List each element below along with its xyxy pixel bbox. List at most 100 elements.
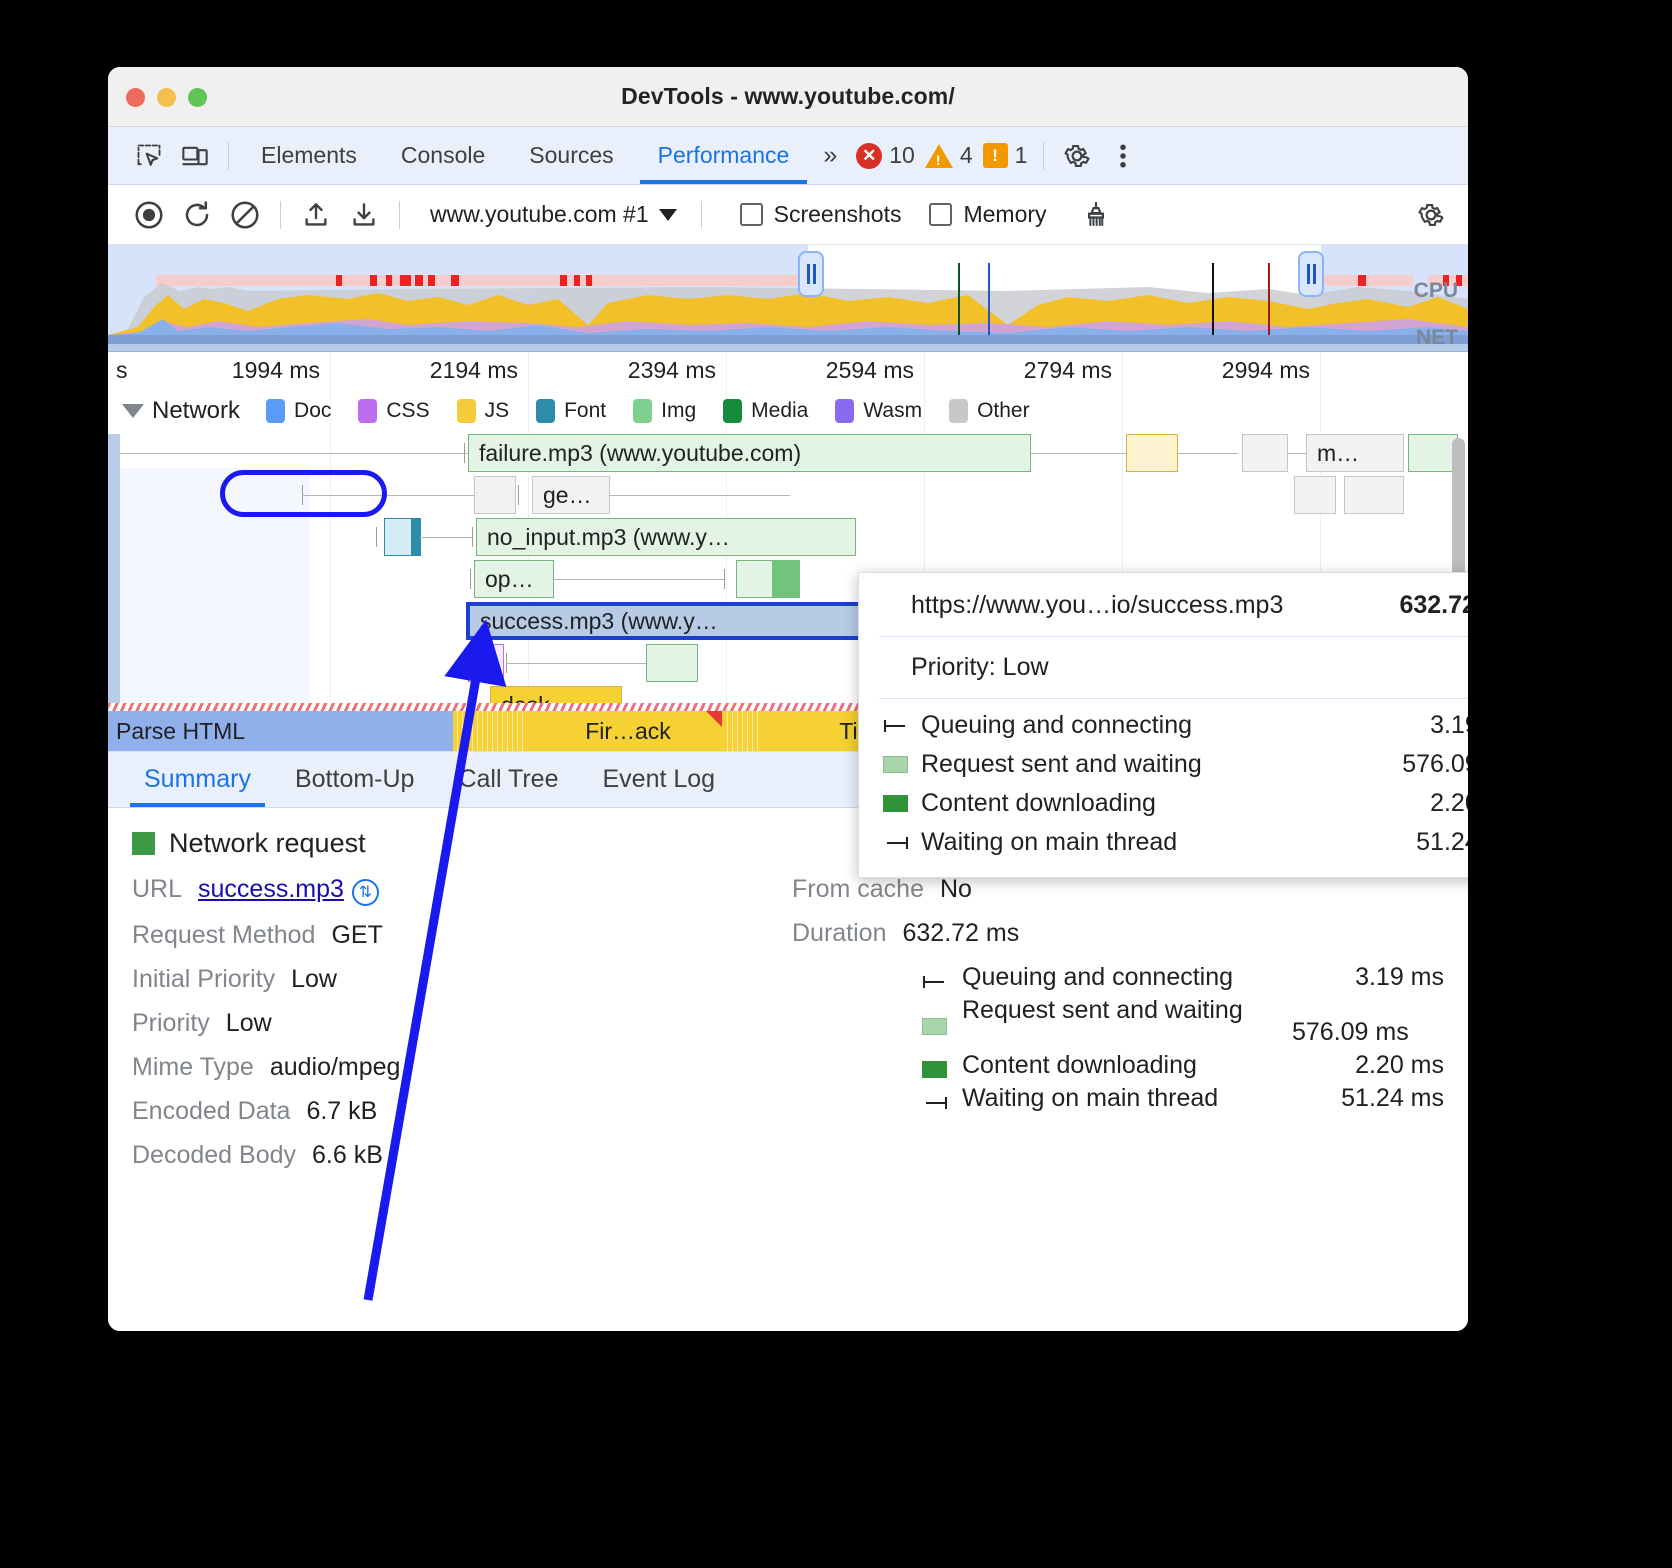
other-swatch — [949, 399, 968, 423]
collect-garbage-icon[interactable] — [1073, 195, 1119, 235]
summary-breakdown-request-sent-label: Request sent and waiting — [962, 996, 1292, 1025]
summary-breakdown-request-sent-value: 576.09 ms — [1292, 996, 1409, 1047]
network-bar-no-input[interactable]: no_input.mp3 (www.y… — [476, 518, 856, 556]
error-icon: ✕ — [856, 143, 882, 169]
tooltip-row-content-downloading-label: Content downloading — [921, 789, 1430, 818]
screenshots-checkbox[interactable]: Screenshots — [740, 201, 902, 228]
inspect-icon[interactable] — [126, 136, 172, 176]
tooltip-row-request-sent: Request sent and waiting 576.09 ms — [883, 750, 1468, 779]
doc-swatch — [266, 399, 285, 423]
tab-performance[interactable]: Performance — [636, 127, 812, 184]
close-window-button[interactable] — [126, 88, 145, 107]
gear-icon[interactable] — [1054, 136, 1100, 176]
tooltip-row-queuing-value: 3.19 ms — [1430, 711, 1468, 740]
network-group-toggle[interactable]: Network — [122, 397, 240, 425]
field-mime-type-key: Mime Type — [132, 1053, 254, 1082]
tab-event-log[interactable]: Event Log — [581, 765, 738, 807]
field-priority-key: Priority — [132, 1009, 210, 1038]
legend-label-js: JS — [485, 399, 510, 423]
dark-green-swatch — [883, 795, 921, 812]
tab-summary[interactable]: Summary — [122, 765, 273, 807]
field-initial-priority-key: Initial Priority — [132, 965, 275, 994]
reveal-in-network-icon[interactable]: ⇅ — [352, 879, 379, 906]
upload-profile-icon[interactable] — [293, 195, 339, 235]
network-bar-ge[interactable]: ge… — [532, 476, 610, 514]
record-icon[interactable] — [126, 195, 172, 235]
timeline-overview[interactable]: 494 ms 994 ms 1494 ms 1994 ms 2494 ms 29… — [108, 245, 1468, 352]
traffic-lights[interactable] — [126, 88, 207, 107]
clear-icon[interactable] — [222, 195, 268, 235]
overview-right-handle[interactable] — [1298, 251, 1324, 297]
devtools-window: DevTools - www.youtube.com/ Elements Con… — [108, 67, 1468, 1331]
field-duration: Duration 632.72 ms — [792, 919, 1444, 948]
field-from-cache-key: From cache — [792, 875, 924, 904]
tab-console[interactable]: Console — [379, 127, 507, 184]
overview-net-band-2 — [108, 344, 1468, 351]
css-swatch — [358, 399, 377, 423]
warning-counter[interactable]: ! 4 — [925, 142, 973, 169]
devtools-tabstrip: Elements Console Sources Performance » ✕… — [108, 127, 1468, 185]
warning-count: 4 — [960, 142, 973, 169]
legend-label-doc: Doc — [294, 399, 331, 423]
legend-item-css: CSS — [358, 399, 429, 423]
summary-breakdown-waiting-main: Waiting on main thread 51.24 ms — [922, 1084, 1444, 1113]
network-row-ge[interactable]: ge… — [108, 476, 1468, 518]
capture-settings-icon[interactable] — [1408, 195, 1454, 235]
field-decoded-body-value: 6.6 kB — [312, 1141, 383, 1170]
summary-heading: Network request — [169, 828, 366, 859]
js-swatch — [457, 399, 476, 423]
dark-green-swatch — [922, 1051, 962, 1078]
tab-elements[interactable]: Elements — [239, 127, 379, 184]
memory-label: Memory — [963, 201, 1046, 228]
memory-checkbox[interactable]: Memory — [929, 201, 1046, 228]
reload-record-icon[interactable] — [174, 195, 220, 235]
tooltip-row-content-downloading-value: 2.20 ms — [1430, 789, 1468, 818]
issue-counter[interactable]: ! 1 — [983, 142, 1028, 169]
network-row-no-input[interactable]: no_input.mp3 (www.y… — [108, 518, 1468, 560]
profile-selector-value: www.youtube.com #1 — [430, 201, 649, 228]
field-priority: Priority Low — [132, 1009, 792, 1038]
tooltip-row-request-sent-value: 576.09 ms — [1402, 750, 1468, 779]
legend-item-font: Font — [536, 399, 606, 423]
window-title: DevTools - www.youtube.com/ — [621, 83, 955, 110]
overview-left-handle[interactable] — [798, 251, 824, 297]
perfbar-divider-2 — [399, 201, 400, 229]
error-counter[interactable]: ✕ 10 — [856, 142, 915, 169]
chevron-down-icon — [659, 209, 677, 221]
screenshots-label: Screenshots — [774, 201, 902, 228]
field-url-key: URL — [132, 875, 182, 904]
parse-html-block[interactable]: Parse HTML — [108, 711, 453, 751]
summary-breakdown-content-downloading: Content downloading 2.20 ms — [922, 1051, 1444, 1080]
perfbar-divider-1 — [280, 201, 281, 229]
field-url-value[interactable]: success.mp3 — [198, 875, 344, 904]
waterfall-scrollbar[interactable] — [1452, 438, 1465, 588]
maximize-window-button[interactable] — [188, 88, 207, 107]
more-tabs-icon[interactable]: » — [811, 141, 846, 170]
profile-selector[interactable]: www.youtube.com #1 — [430, 201, 677, 228]
tab-call-tree[interactable]: Call Tree — [436, 765, 580, 807]
network-bar-failure[interactable]: failure.mp3 (www.youtube.com) — [468, 434, 1031, 472]
network-bar-success[interactable]: success.mp3 (www.y… — [466, 602, 866, 640]
field-request-method-key: Request Method — [132, 921, 315, 950]
field-initial-priority: Initial Priority Low — [132, 965, 792, 994]
minimize-window-button[interactable] — [157, 88, 176, 107]
download-profile-icon[interactable] — [341, 195, 387, 235]
kebab-menu-icon[interactable] — [1100, 136, 1146, 176]
summary-breakdown-queuing-value: 3.19 ms — [1355, 963, 1444, 992]
network-bar-desk[interactable]: desk — [490, 686, 622, 703]
network-row-failure[interactable]: failure.mp3 (www.youtube.com) m… — [108, 434, 1468, 476]
field-url: URL success.mp3 ⇅ — [132, 875, 792, 906]
summary-columns: URL success.mp3 ⇅ Request Method GET Ini… — [132, 875, 1444, 1185]
memory-checkbox-box — [929, 203, 952, 226]
warning-icon: ! — [925, 144, 953, 168]
tab-bottom-up[interactable]: Bottom-Up — [273, 765, 436, 807]
legend-item-other: Other — [949, 399, 1030, 423]
main-track-label-first-ack[interactable]: Fir…ack — [528, 711, 728, 751]
field-encoded-data: Encoded Data 6.7 kB — [132, 1097, 792, 1126]
network-bar-m[interactable]: m… — [1306, 434, 1404, 472]
network-bar-op[interactable]: op… — [474, 560, 554, 598]
device-toolbar-icon[interactable] — [172, 136, 218, 176]
tab-sources[interactable]: Sources — [507, 127, 635, 184]
legend-label-img: Img — [661, 399, 696, 423]
tooltip-duration: 632.72 ms — [1399, 591, 1468, 620]
